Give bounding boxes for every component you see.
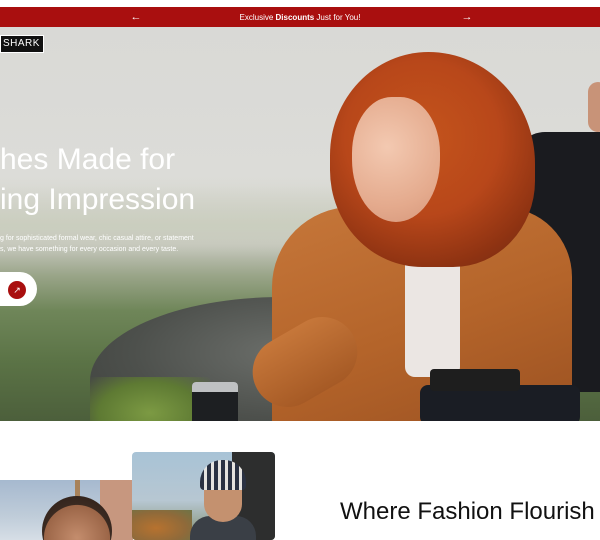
fashion-image-2 bbox=[132, 452, 275, 540]
hero-banner bbox=[0, 27, 600, 421]
image-autumn-foliage bbox=[132, 510, 192, 540]
hero-headline: hes Made for ing Impression bbox=[0, 140, 260, 220]
hero-subtext-line1: g for sophisticated formal wear, chic ca… bbox=[0, 235, 194, 242]
promo-bar: ← Exclusive Discounts Just for You! → bbox=[0, 7, 600, 27]
hero-subtext: g for sophisticated formal wear, chic ca… bbox=[0, 233, 230, 255]
arrow-left-icon[interactable]: ← bbox=[128, 9, 144, 25]
hero-headline-line1: hes Made for bbox=[0, 143, 176, 176]
promo-text-suffix: Just for You! bbox=[314, 12, 361, 22]
hero-mug bbox=[192, 382, 238, 421]
hero-woman-face bbox=[352, 97, 440, 222]
promo-text: Exclusive Discounts Just for You! bbox=[240, 13, 361, 22]
arrow-up-right-icon[interactable]: ↗ bbox=[8, 281, 26, 299]
hero-headline-line2: ing Impression bbox=[0, 183, 196, 216]
promo-text-highlight: Discounts bbox=[275, 12, 315, 22]
image-person-face bbox=[204, 486, 242, 522]
promo-text-prefix: Exclusive bbox=[239, 12, 276, 22]
site-logo[interactable]: SHARK bbox=[0, 35, 44, 53]
arrow-right-icon[interactable]: → bbox=[459, 9, 475, 25]
hero-subtext-line2: s, we have something for every occasion … bbox=[0, 246, 179, 253]
hero-woman-belt bbox=[430, 369, 520, 391]
section-title: Where Fashion Flourish bbox=[340, 498, 595, 525]
fashion-image-1 bbox=[0, 480, 133, 540]
hero-man-neck bbox=[588, 82, 600, 132]
